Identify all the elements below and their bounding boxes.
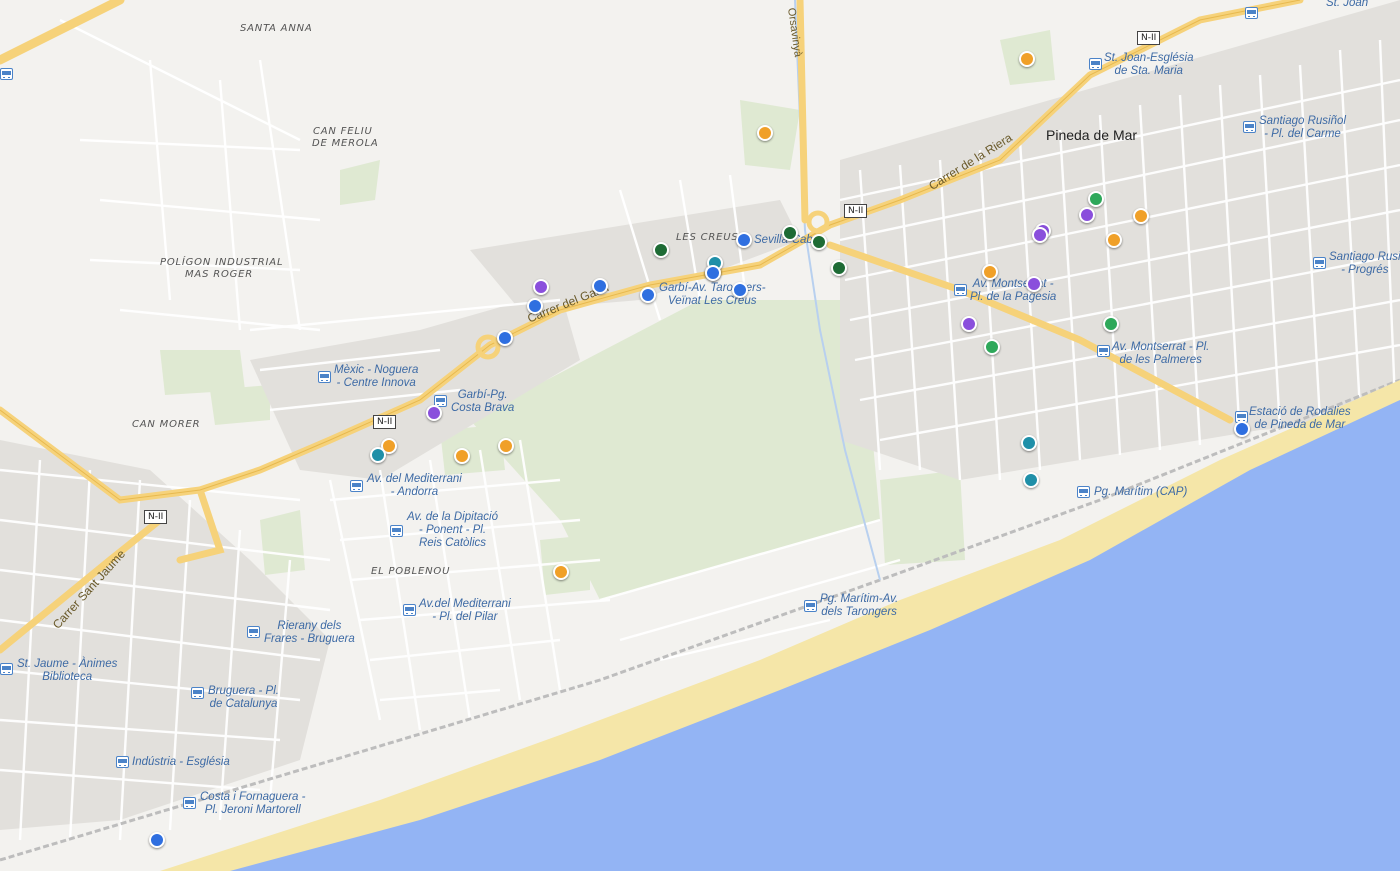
map-marker-blue[interactable] [497, 330, 513, 346]
map-marker-darkgreen[interactable] [653, 242, 669, 258]
map-marker-purple[interactable] [533, 279, 549, 295]
n2-shield: N-II [844, 204, 868, 218]
map-marker-blue[interactable] [592, 278, 608, 294]
bus-stop-icon[interactable] [1089, 58, 1102, 70]
bus-stop-icon[interactable] [1245, 7, 1258, 19]
map-marker-green[interactable] [984, 339, 1000, 355]
bus-stop-icon[interactable] [0, 68, 13, 80]
map-marker-darkgreen[interactable] [831, 260, 847, 276]
bus-stop-icon[interactable] [0, 663, 13, 675]
map-marker-teal[interactable] [370, 447, 386, 463]
map-background [0, 0, 1400, 871]
map-marker-teal[interactable] [1021, 435, 1037, 451]
map-marker-orange[interactable] [553, 564, 569, 580]
map-marker-purple[interactable] [961, 316, 977, 332]
n2-shield: N-II [373, 415, 397, 429]
map-marker-purple[interactable] [426, 405, 442, 421]
map-marker-orange[interactable] [1133, 208, 1149, 224]
map-marker-blue[interactable] [1234, 421, 1250, 437]
map-marker-orange[interactable] [498, 438, 514, 454]
map-marker-orange[interactable] [757, 125, 773, 141]
map-marker-darkgreen[interactable] [782, 225, 798, 241]
bus-stop-icon[interactable] [1097, 345, 1110, 357]
bus-stop-icon[interactable] [247, 626, 260, 638]
map-marker-orange[interactable] [1106, 232, 1122, 248]
bus-stop-icon[interactable] [804, 600, 817, 612]
bus-stop-icon[interactable] [1077, 486, 1090, 498]
bus-stop-icon[interactable] [954, 284, 967, 296]
map-marker-blue[interactable] [732, 282, 748, 298]
bus-stop-icon[interactable] [318, 371, 331, 383]
bus-stop-icon[interactable] [116, 756, 129, 768]
map-marker-blue[interactable] [527, 298, 543, 314]
map-marker-blue[interactable] [149, 832, 165, 848]
bus-stop-icon[interactable] [183, 797, 196, 809]
map-marker-purple[interactable] [1032, 227, 1048, 243]
map-marker-green[interactable] [1088, 191, 1104, 207]
map-marker-orange[interactable] [1019, 51, 1035, 67]
map-canvas[interactable]: SANTA ANNA CAN FELIU DE MEROLA POLÍGON I… [0, 0, 1400, 871]
map-marker-green[interactable] [1103, 316, 1119, 332]
n2-shield: N-II [1137, 31, 1161, 45]
bus-stop-icon[interactable] [191, 687, 204, 699]
bus-stop-icon[interactable] [1243, 121, 1256, 133]
n2-shield: N-II [144, 510, 168, 524]
map-marker-blue[interactable] [736, 232, 752, 248]
map-marker-orange[interactable] [982, 264, 998, 280]
map-marker-orange[interactable] [454, 448, 470, 464]
bus-stop-icon[interactable] [390, 525, 403, 537]
map-marker-purple[interactable] [1079, 207, 1095, 223]
map-marker-darkgreen[interactable] [811, 234, 827, 250]
bus-stop-icon[interactable] [1313, 257, 1326, 269]
map-marker-blue[interactable] [705, 265, 721, 281]
bus-stop-icon[interactable] [403, 604, 416, 616]
map-marker-blue[interactable] [640, 287, 656, 303]
bus-stop-icon[interactable] [350, 480, 363, 492]
map-marker-purple[interactable] [1026, 276, 1042, 292]
map-marker-teal[interactable] [1023, 472, 1039, 488]
